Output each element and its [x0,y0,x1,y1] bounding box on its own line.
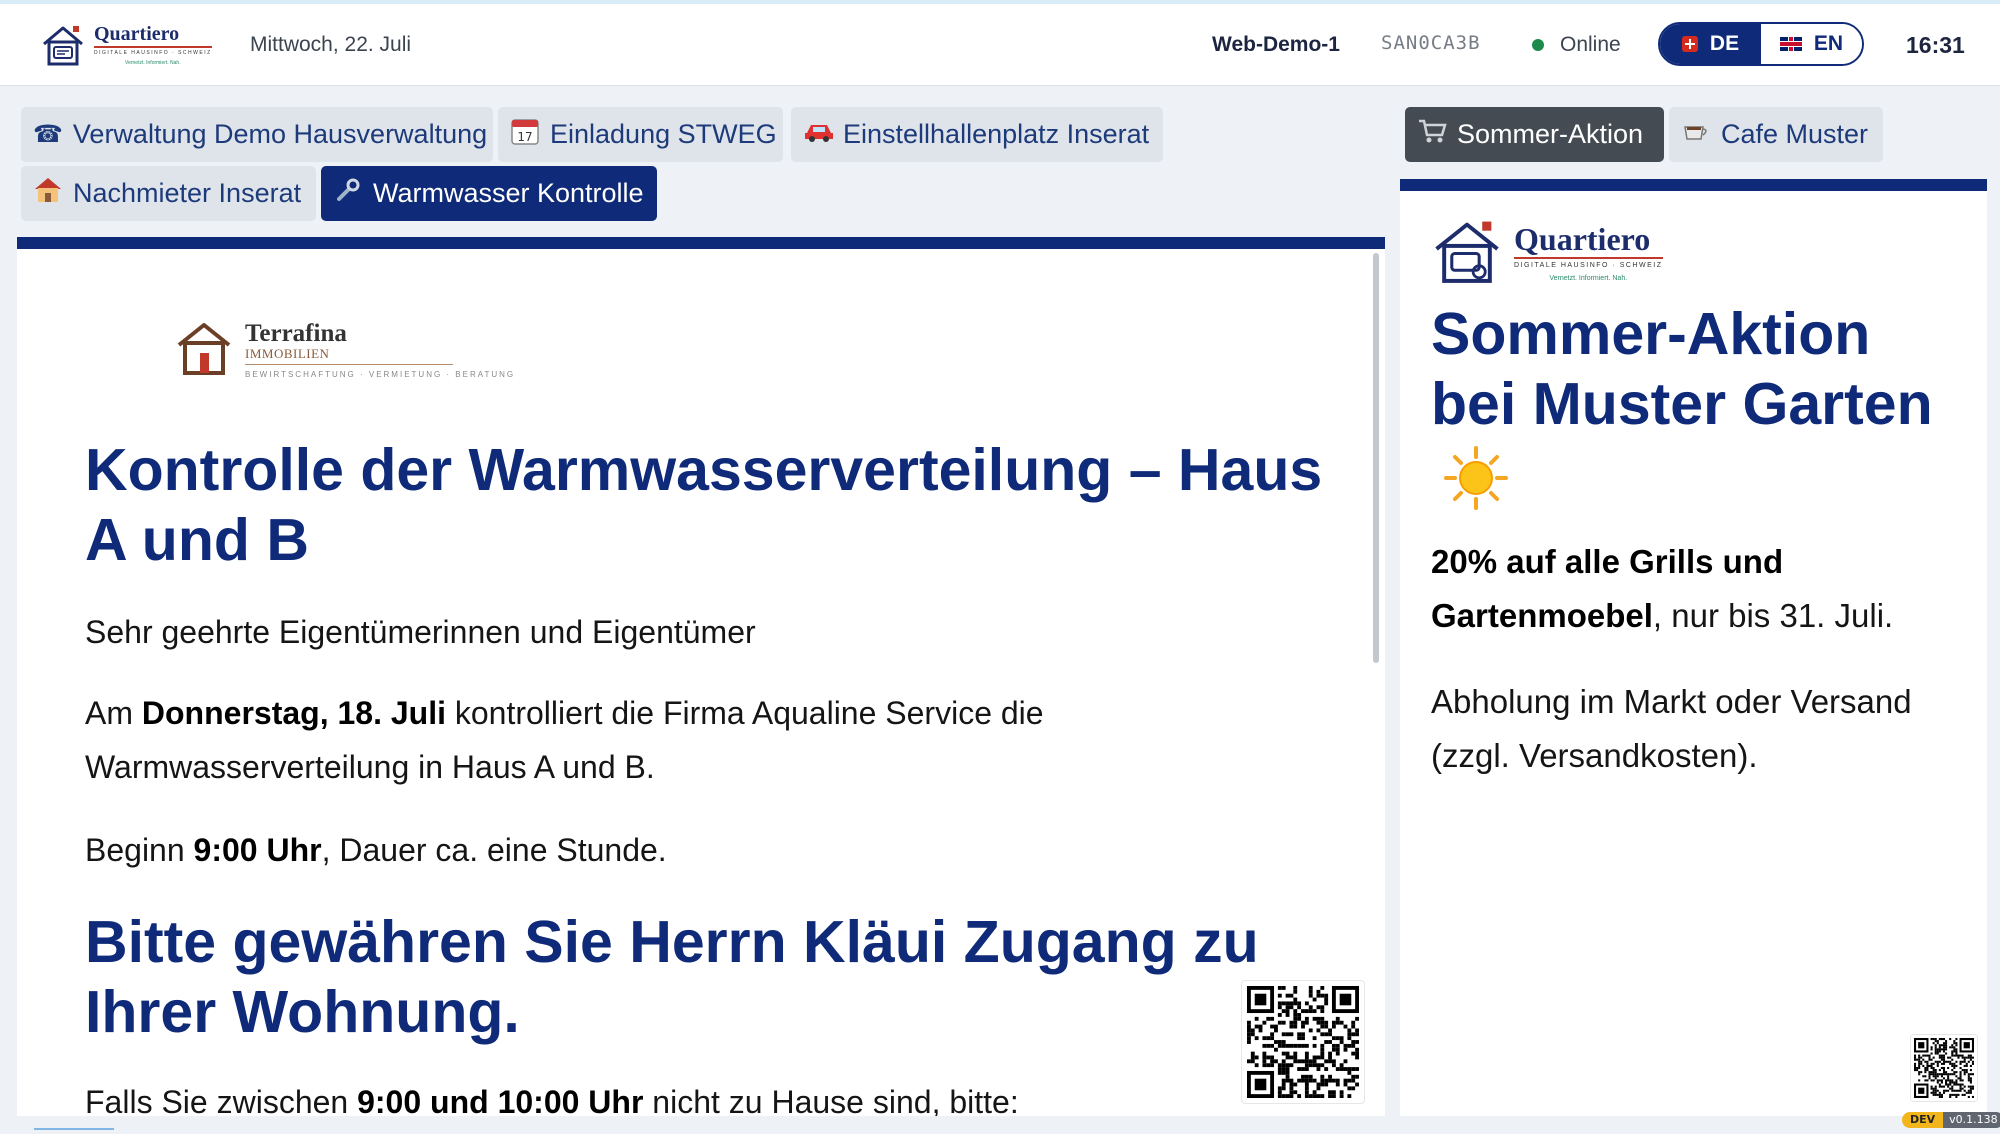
dev-badge: DEV [1902,1112,1944,1128]
version-badge: DEV v0.1.138 [1902,1112,2000,1128]
loading-bar [0,0,2000,4]
shopping-cart-icon [1417,118,1447,151]
notice-paragraph-2: Beginn 9:00 Uhr, Dauer ca. eine Stunde. [85,832,667,868]
notice-subtitle: Bitte gewähren Sie Herrn Kläui Zugang zu… [85,909,1259,1045]
device-name: Web-Demo-1 [1212,33,1340,56]
tab-einstellhallenplatz[interactable]: Einstellhallenplatz Inserat [791,107,1163,162]
tab-cafe-muster[interactable]: Cafe Muster [1669,107,1883,162]
terrafina-logo: Terrafina IMMOBILIEN BEWIRTSCHAFTUNG · V… [175,321,515,379]
house-chat-icon [43,26,83,66]
promo-paragraph-2: Abholung im Markt oder Versand (zzgl. Ve… [1431,683,1912,774]
brand-tagline: Vernetzt. Informiert. Nah. [125,60,181,66]
main-qr-code [1241,980,1365,1104]
promo-paragraph-1: 20% auf alle Grills und Gartenmoebel, nu… [1431,543,1894,634]
status-dot-icon [1532,39,1544,51]
brand-tagline: Vernetzt. Informiert. Nah. [1549,274,1628,282]
swiss-flag-icon [1681,36,1698,52]
notice-date: Donnerstag, 18. Juli [141,695,446,731]
calendar-icon: 17 [510,116,540,153]
brand-subtitle: DIGITALE HAUSINFO · SCHWEIZ [94,50,212,56]
house-chat-icon [1435,221,1499,283]
uk-flag-icon [1779,37,1802,51]
brand-logo[interactable]: Quartiero DIGITALE HAUSINFO · SCHWEIZ Ve… [40,22,212,68]
terrafina-name: Terrafina [245,319,347,347]
side-qr-code [1910,1034,1978,1102]
tab-label: Sommer-Aktion [1457,119,1644,149]
tab-nachmieter[interactable]: Nachmieter Inserat [21,166,316,221]
side-panel-accent-bar [1400,179,1987,191]
main-panel-accent-bar [17,237,1385,249]
tab-label: Einstellhallenplatz Inserat [843,119,1150,149]
scrollbar-thumb[interactable] [1373,253,1379,663]
device-code: SAN0CA3B [1381,32,1481,54]
notice-paragraph-1: Am Donnerstag, 18. Juli kontrolliert die… [85,695,1044,785]
app-header: Quartiero DIGITALE HAUSINFO · SCHWEIZ Ve… [0,0,2000,86]
tab-sommer-aktion[interactable]: Sommer-Aktion [1405,107,1664,162]
notice-start-time: 9:00 Uhr [193,832,322,868]
tab-label: Warmwasser Kontrolle [373,178,644,208]
terrafina-subtitle: IMMOBILIEN [245,346,453,365]
qr-code-icon [1914,1038,1974,1098]
quartiero-logo: Quartiero DIGITALE HAUSINFO · SCHWEIZ Ve… [1430,217,1663,287]
wrench-icon [333,177,363,210]
lang-en-button[interactable]: EN [1761,24,1862,64]
terrafina-tagline: BEWIRTSCHAFTUNG · VERMIETUNG · BERATUNG [245,369,516,379]
tab-label: Cafe Muster [1721,119,1869,149]
svg-text:17: 17 [517,130,532,144]
brand-name: Quartiero [1514,223,1663,259]
notice-time-window: 9:00 und 10:00 Uhr [357,1084,644,1116]
lang-de-button[interactable]: DE [1660,24,1761,64]
tab-label: Nachmieter Inserat [73,178,302,208]
side-panel[interactable]: Quartiero DIGITALE HAUSINFO · SCHWEIZ Ve… [1400,191,1987,1116]
tab-einladung-stweg[interactable]: 17 Einladung STWEG [498,107,783,162]
terrafina-house-icon [177,323,231,375]
brand-name: Quartiero [94,24,212,48]
language-switch: DE EN [1658,22,1864,66]
tab-verwaltung[interactable]: ☎ Verwaltung Demo Hausverwaltung [21,107,493,162]
sun-icon [1444,446,1508,511]
house-icon [33,176,63,211]
brand-subtitle: DIGITALE HAUSINFO · SCHWEIZ [1514,261,1663,269]
notice-title: Kontrolle der Warmwasserverteilung – Hau… [85,437,1323,573]
notice-paragraph-3: Falls Sie zwischen 9:00 und 10:00 Uhr ni… [85,1075,1265,1116]
lang-de-label: DE [1709,32,1740,55]
coffee-icon [1681,119,1711,150]
telephone-icon: ☎ [33,121,63,148]
connection-status: Online [1532,33,1621,57]
tab-label: Einladung STWEG [550,119,777,149]
version-label: v0.1.138 [1943,1112,2000,1128]
tab-label: Verwaltung Demo Hausverwaltung [72,119,488,149]
notice-greeting: Sehr geehrte Eigentümerinnen und Eigentü… [85,614,756,650]
clock: 16:31 [1906,32,1965,58]
promo-title: Sommer-Aktion bei Muster Garten [1431,299,1961,511]
main-panel[interactable]: Terrafina IMMOBILIEN BEWIRTSCHAFTUNG · V… [17,249,1385,1116]
bottom-accent-line [34,1128,114,1130]
lang-en-label: EN [1813,32,1844,55]
qr-code-icon [1247,986,1359,1098]
current-date: Mittwoch, 22. Juli [250,33,412,56]
car-icon [803,119,833,150]
status-label: Online [1560,33,1621,56]
tab-warmwasser-kontrolle[interactable]: Warmwasser Kontrolle [321,166,657,221]
